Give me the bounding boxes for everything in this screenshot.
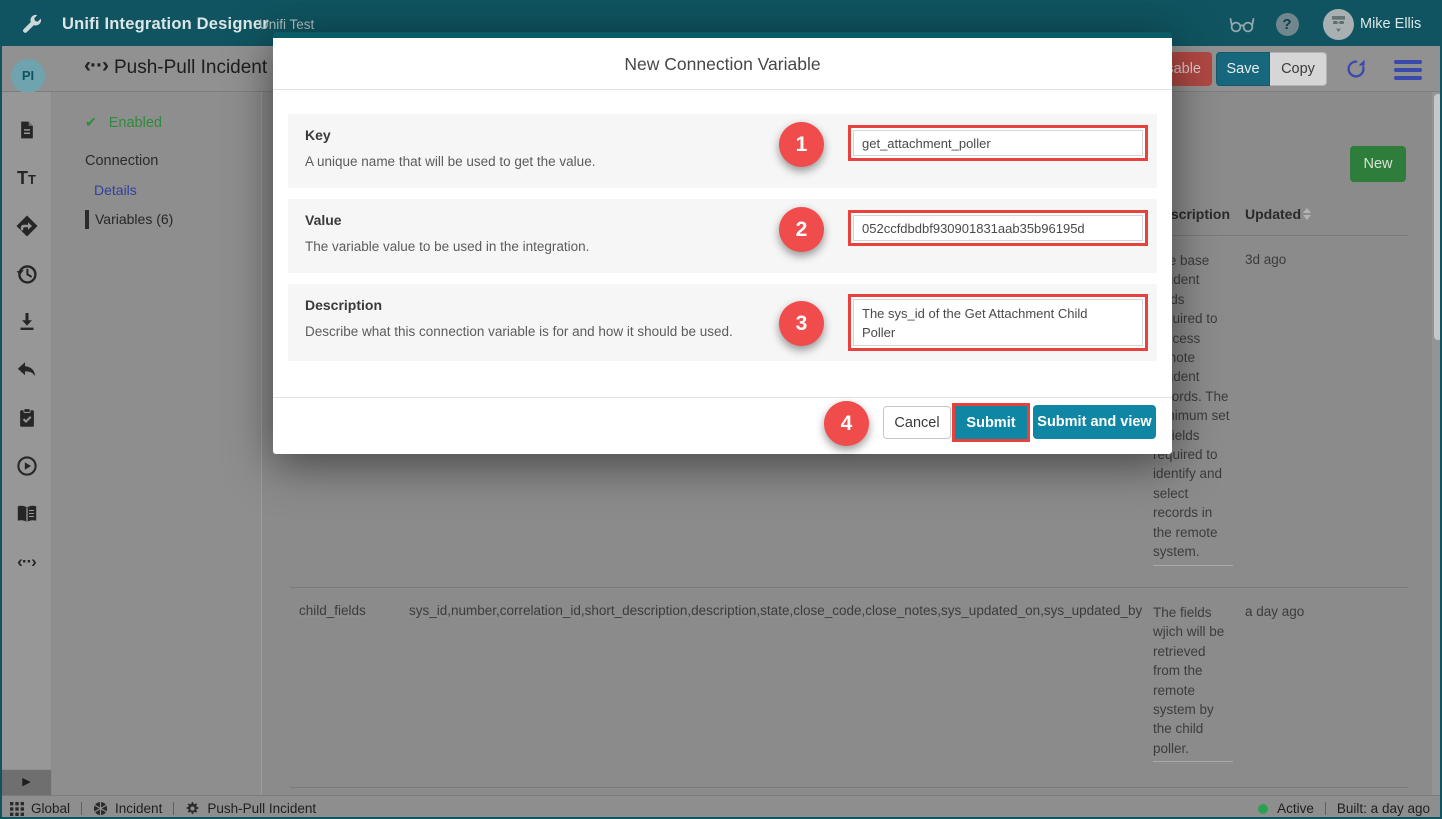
code-icon[interactable]: ‹··› — [15, 550, 39, 574]
glasses-icon[interactable] — [1226, 2, 1258, 46]
typography-icon[interactable]: TT — [15, 166, 39, 190]
user-avatar[interactable] — [1322, 2, 1354, 46]
refresh-icon[interactable] — [1344, 57, 1368, 81]
enabled-status[interactable]: ✔ Enabled — [85, 114, 162, 131]
key-input[interactable]: get_attachment_poller — [853, 130, 1143, 156]
description-help-text: Describe what this connection variable i… — [305, 324, 733, 339]
separator — [81, 802, 82, 815]
key-label: Key — [305, 127, 331, 143]
column-header-updated[interactable]: Updated — [1245, 206, 1301, 222]
value-input[interactable]: 052ccfdbdbf930901831aab35b96195d — [853, 215, 1143, 241]
key-input-annotation: get_attachment_poller — [848, 125, 1148, 161]
separator — [173, 802, 174, 815]
copy-button[interactable]: Copy — [1270, 52, 1327, 86]
submit-and-view-button[interactable]: Submit and view — [1033, 405, 1156, 439]
status-bar: Global Incident Push-Pull Incident Activ… — [2, 795, 1440, 819]
nav-section-connection: Connection — [85, 153, 158, 169]
submit-button-annotation: Submit — [952, 403, 1030, 442]
avatar-face-icon — [1323, 9, 1354, 40]
reply-icon[interactable] — [15, 358, 39, 382]
save-copy-group: Save Copy — [1216, 52, 1327, 86]
history-icon[interactable] — [15, 262, 39, 286]
sort-icon[interactable] — [1303, 208, 1311, 220]
download-icon[interactable] — [15, 310, 39, 334]
active-label: Active — [1277, 801, 1314, 816]
build-status: Active Built: a day ago — [1258, 801, 1430, 816]
help-button[interactable]: ? — [1274, 2, 1300, 46]
submit-button[interactable]: Submit — [955, 406, 1027, 439]
scope-link[interactable]: Global — [31, 801, 70, 816]
help-icon: ? — [1276, 13, 1299, 36]
table-row-updated: a day ago — [1245, 604, 1304, 619]
description-input[interactable]: The sys_id of the Get Attachment Child P… — [853, 299, 1143, 346]
table-row-description: The fields wjich will be retrieved from … — [1153, 603, 1233, 762]
app-title: Unifi Integration Designer — [62, 2, 269, 46]
annotation-step-3: 3 — [779, 301, 824, 346]
breadcrumb: Global Incident Push-Pull Incident — [10, 801, 316, 816]
user-name[interactable]: Mike Ellis — [1360, 2, 1421, 46]
new-variable-button[interactable]: New — [1350, 146, 1406, 182]
application-icon — [93, 801, 108, 816]
annotation-step-4: 4 — [824, 401, 869, 446]
hamburger-menu-icon[interactable] — [1394, 60, 1422, 80]
integration-icon: ‹··› — [84, 54, 108, 78]
table-row-divider — [290, 587, 1408, 588]
integration-link[interactable]: Push-Pull Incident — [207, 801, 316, 816]
sidebar-collapse-toggle[interactable]: ▶ — [2, 769, 52, 795]
application-link[interactable]: Incident — [115, 801, 162, 816]
modal-title: New Connection Variable — [273, 38, 1172, 90]
nav-panel: ✔ Enabled Connection Details Variables (6… — [52, 92, 262, 795]
new-connection-variable-modal: New Connection Variable Key A unique nam… — [273, 32, 1172, 454]
active-status-icon — [1258, 804, 1268, 814]
directions-icon[interactable] — [15, 214, 39, 238]
scrollbar-thumb[interactable] — [1434, 94, 1442, 340]
page-title: Push-Pull Incident ~ — [114, 57, 284, 79]
icon-sidebar: TT ‹··› — [2, 92, 52, 795]
modal-footer-divider — [273, 397, 1172, 398]
document-icon[interactable] — [15, 118, 39, 142]
app-window: Unifi Integration Designer Unifi Test ? … — [0, 0, 1442, 819]
nav-item-details[interactable]: Details — [94, 182, 137, 198]
play-icon[interactable] — [15, 454, 39, 478]
grid-icon — [10, 802, 24, 816]
nav-item-variables[interactable]: Variables (6) — [85, 210, 173, 229]
annotation-step-1: 1 — [779, 122, 824, 167]
description-label: Description — [305, 297, 382, 313]
table-row-updated: 3d ago — [1245, 252, 1286, 267]
description-input-annotation: The sys_id of the Get Attachment Child P… — [848, 294, 1148, 351]
tasks-icon[interactable] — [15, 406, 39, 430]
documentation-icon[interactable] — [15, 502, 39, 526]
separator — [1325, 802, 1326, 815]
value-input-annotation: 052ccfdbdbf930901831aab35b96195d — [848, 210, 1148, 246]
value-label: Value — [305, 212, 342, 228]
built-label: Built: a day ago — [1337, 801, 1430, 816]
check-icon: ✔ — [85, 114, 97, 130]
cancel-button[interactable]: Cancel — [883, 406, 951, 439]
table-row-divider — [290, 787, 1408, 788]
save-button[interactable]: Save — [1216, 52, 1270, 86]
variable-value-link[interactable]: sys_id,number,correlation_id,short_descr… — [409, 603, 1142, 618]
gear-icon — [185, 801, 200, 816]
caret-right-icon: ▶ — [22, 776, 30, 788]
enabled-label: Enabled — [109, 115, 162, 131]
record-avatar: PI — [11, 59, 45, 93]
variable-key-link[interactable]: child_fields — [299, 603, 366, 618]
key-help-text: A unique name that will be used to get t… — [305, 154, 595, 169]
wrench-icon — [18, 2, 46, 46]
value-help-text: The variable value to be used in the int… — [305, 239, 589, 254]
annotation-step-2: 2 — [779, 207, 824, 252]
